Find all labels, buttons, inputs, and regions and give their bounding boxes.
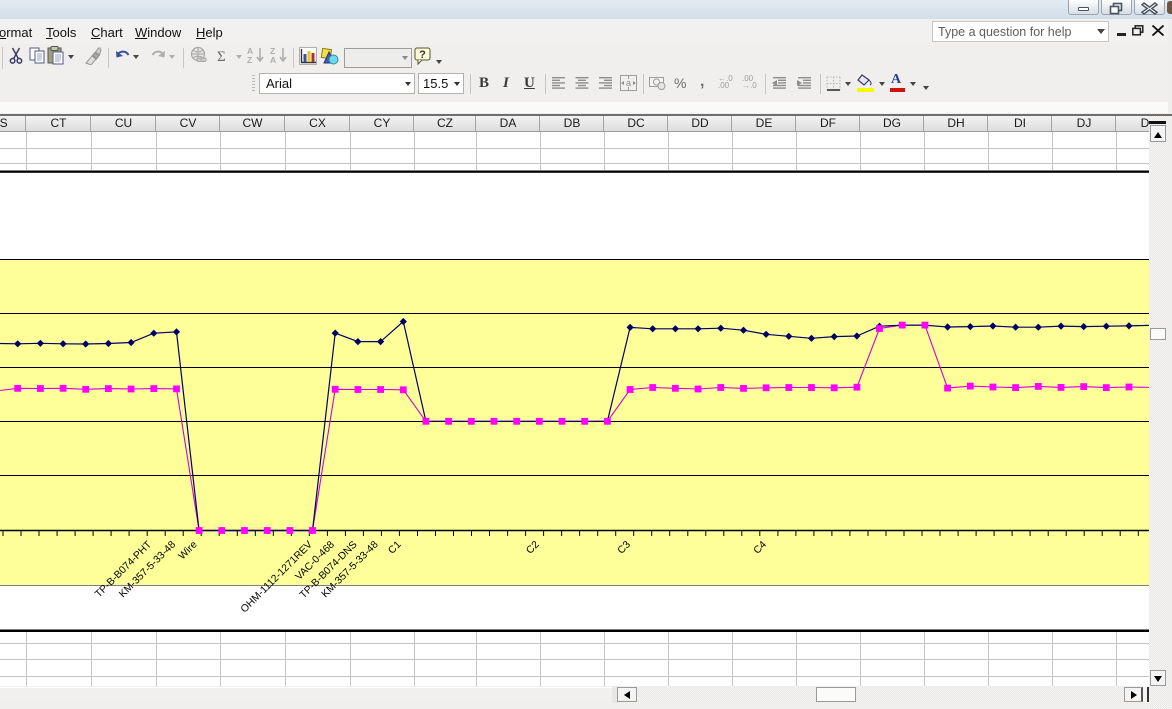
svg-text:?: ? xyxy=(419,49,426,61)
svg-text:a: a xyxy=(626,78,631,88)
